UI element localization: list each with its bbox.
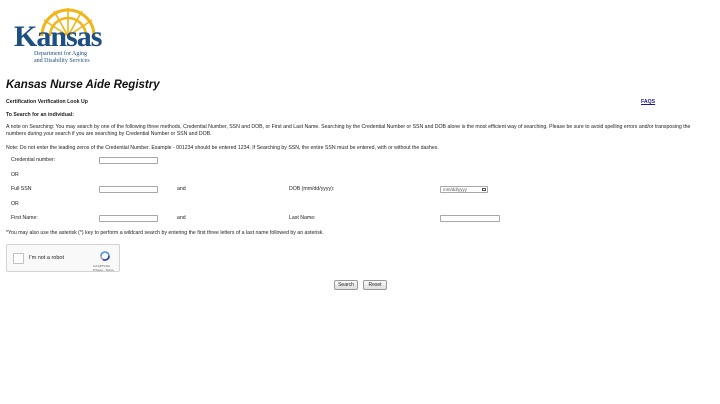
and-label: and	[177, 186, 186, 192]
first-name-input[interactable]	[99, 215, 158, 222]
search-button[interactable]: Search	[334, 280, 358, 290]
page-subtitle: Certification Verification Look Up	[6, 99, 88, 105]
brand-name: Kansas	[14, 20, 102, 53]
reset-button[interactable]: Reset	[363, 280, 387, 290]
dob-label: DOB (mm/dd/yyyy):	[289, 186, 335, 192]
credential-label: Credential number:	[11, 157, 56, 163]
and-label: and	[177, 215, 186, 221]
ssn-input[interactable]	[99, 186, 158, 193]
note-searching: A note on Searching: You may search by o…	[6, 124, 691, 137]
department-name: Department for Aging and Disability Serv…	[34, 51, 90, 64]
last-name-input[interactable]	[440, 215, 500, 222]
recaptcha-label: I'm not a robot	[29, 255, 64, 261]
credential-number-input[interactable]	[99, 157, 158, 164]
note-leading-zeros: Note: Do not enter the leading zeros of …	[6, 145, 439, 151]
page-title: Kansas Nurse Aide Registry	[6, 79, 160, 91]
or-separator: OR	[11, 201, 19, 207]
first-name-label: First Name:	[11, 215, 38, 221]
recaptcha-checkbox[interactable]	[13, 253, 24, 264]
last-name-label: Last Name:	[289, 215, 316, 221]
wildcard-note: *You may also use the asterisk (*) key t…	[6, 230, 324, 236]
faqs-link[interactable]: FAQS	[641, 99, 655, 106]
or-separator: OR	[11, 172, 19, 178]
recaptcha-icon	[100, 251, 110, 261]
dob-placeholder: mm/dd/yyyy	[443, 187, 468, 192]
kdads-logo: Kansas Department for Aging and Disabili…	[8, 6, 102, 66]
dob-input[interactable]: mm/dd/yyyy	[440, 186, 488, 193]
search-heading: To Search for an individual:	[6, 112, 74, 118]
calendar-icon[interactable]	[482, 188, 486, 191]
recaptcha-terms: reCAPTCHA Privacy - Terms	[93, 264, 114, 272]
ssn-label: Full SSN	[11, 186, 32, 192]
recaptcha-widget: I'm not a robot reCAPTCHA Privacy - Term…	[6, 244, 120, 272]
